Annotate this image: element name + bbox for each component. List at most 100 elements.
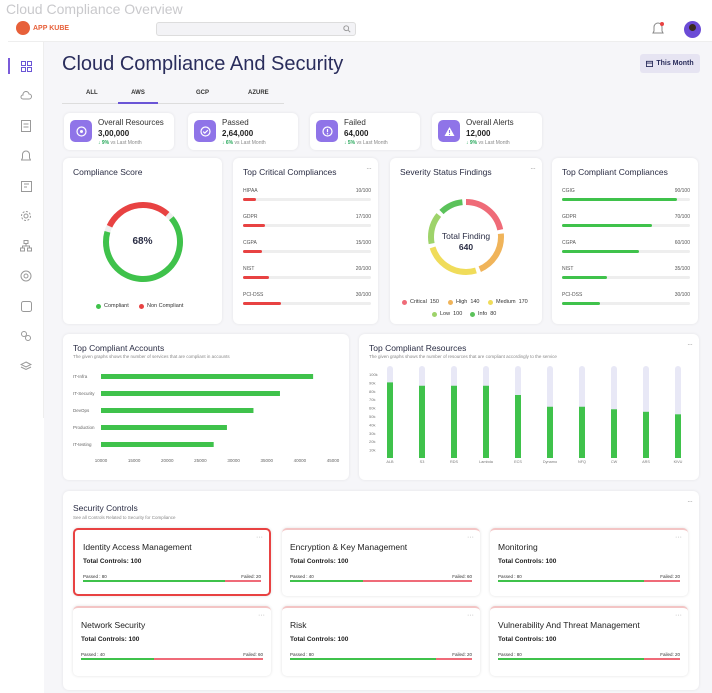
- control-passed: Passed : 80: [290, 652, 314, 657]
- legend-info: Info 80: [470, 311, 496, 317]
- more-options-icon[interactable]: ···: [467, 534, 474, 541]
- resource-bar: [579, 406, 585, 458]
- resource-bar: [451, 385, 457, 458]
- stat-card-overall-alerts[interactable]: Overall Alerts 12,000 ↓ 9% vs Last Month: [432, 113, 542, 150]
- control-total: Total Controls: 100: [498, 558, 557, 565]
- y-tick-label: 60k: [369, 406, 375, 411]
- x-tick-label: ALB: [386, 460, 394, 464]
- more-options-icon[interactable]: ···: [258, 612, 265, 619]
- tab-gcp[interactable]: GCP: [196, 90, 209, 96]
- stat-card-overall-resources[interactable]: Overall Resources 3,00,000 ↓ 9% vs Last …: [64, 113, 174, 150]
- brand-logo[interactable]: APP KUBE: [16, 21, 69, 35]
- stat-change: ↓ 6% vs Last Month: [222, 140, 266, 146]
- stat-value: 2,64,000: [222, 129, 254, 138]
- more-options-icon[interactable]: ···: [366, 164, 372, 173]
- resources-bar-chart: 100k 90k 80k 70k 60k 50k 40k 30k 20k 10k ALB S3 RDS L…: [369, 366, 683, 464]
- layers-icon[interactable]: [18, 358, 34, 374]
- security-control-card[interactable]: ··· Network Security Total Controls: 100 Pa…: [73, 606, 271, 676]
- control-failed: Failed: 20: [241, 574, 261, 579]
- x-tick-label: S3: [420, 460, 425, 464]
- y-tick-label: 50k: [369, 414, 375, 419]
- total-finding-value: 640: [458, 242, 474, 252]
- compliance-name: PCI-DSS: [562, 292, 583, 298]
- security-control-card[interactable]: ··· Risk Total Controls: 100 Passed : 80 Fai…: [282, 606, 480, 676]
- resource-bar: [387, 382, 393, 458]
- control-progress-fill: [498, 580, 644, 582]
- stat-card-passed[interactable]: Passed 2,64,000 ↓ 6% vs Last Month: [188, 113, 298, 150]
- control-name: Network Security: [81, 620, 146, 630]
- security-icon[interactable]: [18, 268, 34, 284]
- more-options-icon[interactable]: ···: [467, 612, 474, 619]
- security-control-card[interactable]: ··· Monitoring Total Controls: 100 Passed :…: [490, 528, 688, 596]
- document-icon[interactable]: [18, 118, 34, 134]
- cloud-icon[interactable]: [18, 88, 34, 104]
- account-label: DevOps: [73, 408, 90, 413]
- stat-value: 64,000: [344, 129, 369, 138]
- security-control-card[interactable]: ··· Encryption & Key Management Total Cont…: [282, 528, 480, 596]
- notification-bell-icon[interactable]: [652, 22, 664, 41]
- legend-compliant: Compliant: [96, 303, 129, 309]
- stat-card-failed[interactable]: Failed 64,000 ↓ 5% vs Last Month: [310, 113, 420, 150]
- box-icon[interactable]: [18, 298, 34, 314]
- this-month-button[interactable]: This Month: [640, 54, 700, 73]
- tab-azure[interactable]: AZURE: [248, 90, 269, 96]
- security-control-card[interactable]: ··· Vulnerability And Threat Management To…: [490, 606, 688, 676]
- account-label: Production: [73, 425, 95, 430]
- search-input[interactable]: [156, 22, 356, 36]
- score-track: [562, 224, 690, 227]
- dashboard-icon[interactable]: [18, 58, 34, 74]
- x-tick-label: ARS: [642, 460, 650, 464]
- y-tick-label: 90k: [369, 380, 375, 385]
- more-options-icon[interactable]: ···: [256, 534, 263, 541]
- y-tick-label: 80k: [369, 389, 375, 394]
- control-name: Monitoring: [498, 542, 538, 552]
- stat-change: ↓ 5% vs Last Month: [344, 140, 388, 146]
- compliance-score-value: 68%: [132, 236, 153, 247]
- link-icon[interactable]: [18, 328, 34, 344]
- this-month-label: This Month: [656, 60, 694, 67]
- resource-bar: [547, 406, 553, 458]
- score-fill: [562, 276, 607, 279]
- calendar-icon: [646, 60, 654, 67]
- tab-aws[interactable]: AWS: [118, 90, 158, 104]
- compliance-name: NIST: [562, 266, 574, 272]
- y-tick-label: 20k: [369, 439, 375, 444]
- report-icon[interactable]: [18, 178, 34, 194]
- more-options-icon[interactable]: ···: [687, 497, 693, 506]
- control-total: Total Controls: 100: [290, 636, 349, 643]
- compliance-score: 70/100: [674, 214, 690, 220]
- control-progress-fill: [81, 658, 154, 660]
- search-icon: [343, 25, 351, 33]
- network-icon[interactable]: [18, 238, 34, 254]
- compliance-name: PCI-DSS: [243, 292, 264, 298]
- stat-title: Overall Resources: [98, 118, 164, 127]
- alert-bell-icon[interactable]: [18, 148, 34, 164]
- more-options-icon[interactable]: ···: [675, 534, 682, 541]
- control-progress: [498, 658, 680, 660]
- security-control-card[interactable]: ··· Identity Access Management Total Contr…: [73, 528, 271, 596]
- settings-icon[interactable]: [18, 208, 34, 224]
- account-bar: [101, 425, 227, 430]
- control-passed: Passed : 40: [81, 652, 105, 657]
- control-passed: Passed : 40: [290, 574, 314, 579]
- resource-bar: [483, 385, 489, 458]
- card-title: Top Critical Compliances: [243, 167, 337, 177]
- stat-title: Overall Alerts: [466, 118, 514, 127]
- legend-critical: Critical 150: [402, 299, 439, 305]
- account-bar: [101, 374, 314, 379]
- control-name: Identity Access Management: [83, 542, 192, 552]
- sidebar-active-indicator: [8, 58, 10, 74]
- resource-bar: [515, 395, 521, 458]
- control-total: Total Controls: 100: [83, 558, 142, 565]
- control-name: Encryption & Key Management: [290, 542, 408, 552]
- control-total: Total Controls: 100: [290, 558, 349, 565]
- score-track: [562, 302, 690, 305]
- account-bar: [101, 391, 280, 396]
- score-track: [243, 302, 371, 305]
- tab-all[interactable]: ALL: [86, 90, 98, 96]
- card-title: Top Compliant Compliances: [562, 167, 668, 177]
- x-tick-label: ECS: [514, 460, 522, 464]
- more-options-icon[interactable]: ···: [675, 612, 682, 619]
- compliance-name: NIST: [243, 266, 255, 272]
- user-avatar[interactable]: [684, 21, 701, 38]
